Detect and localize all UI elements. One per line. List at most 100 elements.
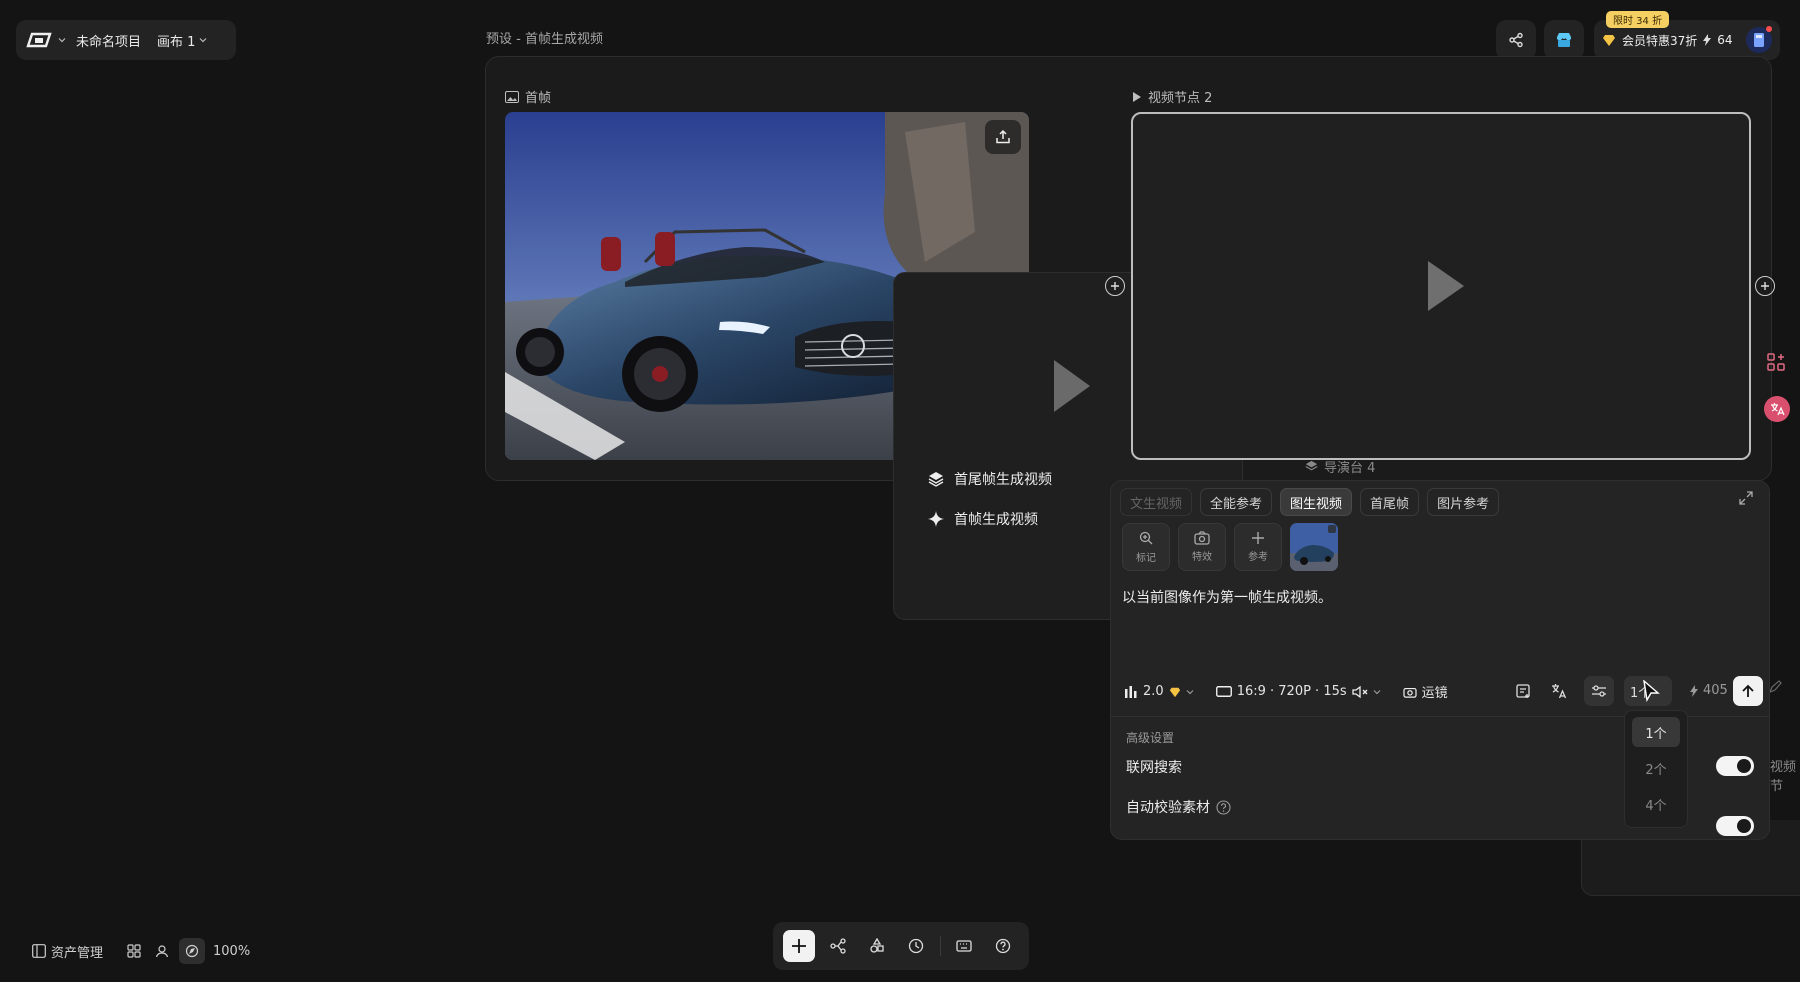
assets-button[interactable]: 资产管理 — [32, 942, 103, 961]
credit-count: 64 — [1717, 33, 1733, 47]
membership-text: 会员特惠37折 — [1622, 33, 1698, 48]
menu-item-label: 首尾帧生成视频 — [954, 472, 1052, 488]
user-button[interactable] — [155, 944, 169, 958]
settings-adjust-button[interactable] — [1584, 676, 1614, 706]
history-button[interactable] — [900, 930, 932, 962]
mouse-cursor-icon — [1643, 680, 1661, 702]
translate-button[interactable] — [1544, 676, 1574, 706]
prompt-text[interactable]: 以当前图像作为第一帧生成视频。 — [1122, 587, 1332, 607]
count-option-4[interactable]: 4个 — [1632, 789, 1680, 819]
bar-chart-icon — [1125, 685, 1137, 698]
camera-icon — [1194, 531, 1210, 545]
tab-first-last-frame[interactable]: 首尾帧 — [1360, 488, 1420, 516]
canvas-selector[interactable]: 画布 1 — [157, 31, 207, 50]
chevron-down-icon — [1373, 689, 1381, 694]
grid-add-icon — [1767, 353, 1785, 371]
effects-tool-button[interactable]: 特效 — [1178, 523, 1226, 571]
translate-float-button[interactable] — [1764, 396, 1790, 422]
send-button[interactable] — [1733, 676, 1763, 706]
play-icon — [1133, 91, 1141, 102]
options-row: 2.0 16:9 · 720P · 15s 运镜 — [1124, 682, 1448, 701]
expand-button[interactable] — [1738, 490, 1754, 506]
notes-button[interactable] — [1508, 676, 1538, 706]
help-button[interactable] — [987, 930, 1019, 962]
toolbar-divider — [939, 936, 941, 956]
user-icon — [155, 945, 169, 958]
tab-text-to-video[interactable]: 文生视频 — [1120, 488, 1193, 516]
help-icon[interactable] — [1216, 799, 1231, 815]
video-spec-selector[interactable]: 16:9 · 720P · 15s — [1215, 684, 1381, 699]
image-icon — [505, 90, 519, 103]
auto-check-label: 自动校验素材 — [1126, 800, 1210, 816]
advanced-settings-title: 高级设置 — [1126, 731, 1175, 745]
clock-icon — [909, 938, 924, 954]
shapes-button[interactable] — [861, 930, 893, 962]
tab-image-to-video[interactable]: 图生视频 — [1280, 488, 1353, 516]
menu-item-first-frame[interactable]: 首帧生成视频 — [928, 509, 1038, 529]
share-button[interactable] — [1496, 20, 1536, 60]
chevron-down-icon — [1186, 689, 1194, 694]
add-node-button[interactable] — [782, 930, 815, 962]
count-option-1[interactable]: 1个 — [1632, 717, 1680, 747]
video-node-label: 视频节点 2 — [1132, 87, 1212, 106]
auto-check-toggle[interactable] — [1716, 816, 1754, 836]
fit-view-button[interactable] — [179, 938, 206, 964]
bottom-toolbar — [773, 922, 1029, 970]
bottom-left-bar: 资产管理 100% — [32, 938, 250, 964]
video-node-label-text: 视频节点 2 — [1148, 91, 1213, 106]
tool-label: 参考 — [1248, 552, 1268, 563]
video-spec: 16:9 · 720P · 15s — [1236, 684, 1347, 699]
grid-icon — [127, 944, 141, 958]
sidebar-icon — [32, 944, 46, 958]
preset-title[interactable]: 预设 - 首帧生成视频 — [486, 28, 603, 47]
model-selector[interactable]: 2.0 — [1124, 684, 1194, 699]
count-option-2[interactable]: 2个 — [1632, 753, 1680, 783]
director-label: 导演台 4 — [1305, 457, 1375, 476]
keyboard-icon — [956, 940, 972, 952]
project-bar: 未命名项目 画布 1 — [16, 20, 236, 60]
reference-thumbnail[interactable] — [1290, 523, 1338, 571]
tool-label: 标记 — [1136, 553, 1156, 564]
workflow-icon — [830, 938, 846, 954]
plus-icon — [1761, 282, 1769, 290]
video-node[interactable] — [1131, 112, 1751, 460]
upload-button[interactable] — [985, 120, 1021, 154]
assets-label: 资产管理 — [51, 945, 104, 961]
logo-icon — [26, 32, 52, 48]
project-name[interactable]: 未命名项目 — [76, 31, 141, 50]
keyboard-button[interactable] — [948, 930, 980, 962]
lightning-icon — [1703, 34, 1712, 46]
plus-icon — [1252, 532, 1264, 544]
cost-display: 405 — [1690, 683, 1728, 698]
mark-tool-button[interactable]: 标记 — [1122, 523, 1170, 571]
tab-omni-reference[interactable]: 全能参考 — [1200, 488, 1273, 516]
web-search-label: 联网搜索 — [1126, 760, 1182, 776]
navigation-icon — [185, 944, 199, 958]
auto-check-row: 自动校验素材 — [1126, 797, 1231, 817]
promo-badge: 限时 34 折 — [1606, 11, 1670, 28]
tab-image-reference[interactable]: 图片参考 — [1427, 488, 1500, 516]
store-button[interactable] — [1544, 20, 1584, 60]
add-node-left-button[interactable] — [1105, 276, 1125, 296]
camera-movement-button[interactable]: 运镜 — [1403, 682, 1448, 701]
side-grid-button[interactable] — [1766, 352, 1786, 372]
diamond-icon — [1603, 35, 1615, 46]
director-label-text: 导演台 4 — [1324, 461, 1376, 476]
layers-icon — [1305, 460, 1318, 471]
translate-icon — [1771, 403, 1785, 416]
upload-icon — [996, 129, 1010, 144]
canvas-name: 画布 1 — [157, 34, 196, 50]
workflow-button[interactable] — [822, 930, 854, 962]
zoom-level[interactable]: 100% — [213, 944, 250, 959]
tool-label: 特效 — [1192, 552, 1212, 563]
cost-value: 405 — [1703, 683, 1728, 698]
plus-icon — [791, 939, 806, 953]
reference-tool-button[interactable]: 参考 — [1234, 523, 1282, 571]
grid-button[interactable] — [127, 944, 141, 958]
menu-item-first-last-frame[interactable]: 首尾帧生成视频 — [928, 469, 1052, 489]
avatar[interactable] — [1746, 26, 1772, 53]
web-search-toggle[interactable] — [1716, 756, 1754, 776]
notification-dot — [1766, 26, 1772, 32]
logo-menu[interactable] — [26, 30, 66, 50]
add-node-right-button[interactable] — [1755, 276, 1775, 296]
